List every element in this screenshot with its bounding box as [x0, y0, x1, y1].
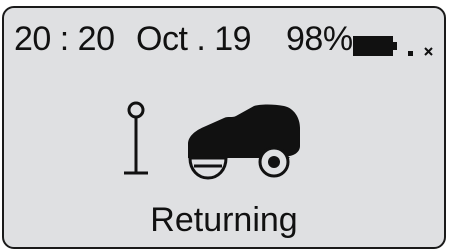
robot-mower-icon — [188, 104, 300, 180]
status-bar: 20 : 20 Oct . 19 98% — [14, 18, 439, 60]
returning-illustration — [124, 101, 300, 180]
current-date: Oct . 19 — [136, 20, 252, 58]
battery-percentage: 98% — [286, 20, 353, 58]
no-signal-icon — [408, 47, 433, 56]
battery-icon — [353, 36, 397, 56]
mower-status-label: Returning — [150, 201, 298, 239]
charging-station-icon — [124, 101, 148, 175]
lcd-display: 20 : 20 Oct . 19 98% Returning — [2, 6, 446, 249]
clock-time: 20 : 20 — [14, 20, 115, 58]
